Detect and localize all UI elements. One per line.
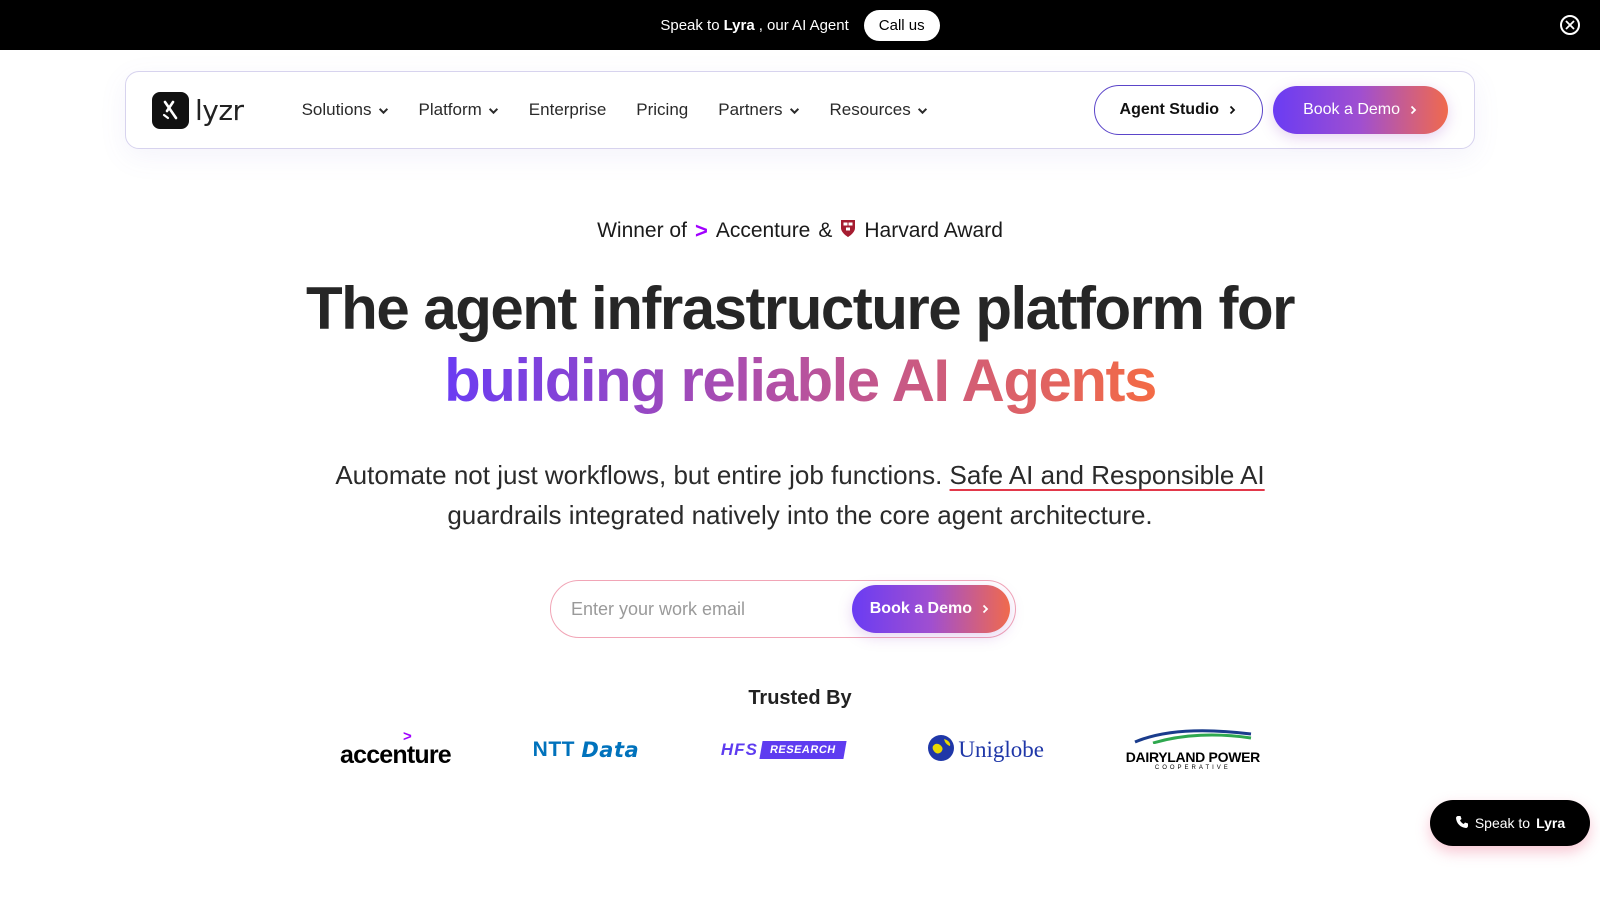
ntt-logo-data: Data	[581, 738, 640, 762]
nav-item-resources[interactable]: Resources	[830, 100, 928, 120]
award-and: &	[818, 219, 833, 242]
floating-speak-prefix: Speak to	[1474, 815, 1531, 831]
speak-name: Lyra	[723, 16, 755, 34]
close-icon[interactable]	[1560, 15, 1580, 35]
chevron-right-icon	[1410, 105, 1417, 115]
chevron-down-icon	[378, 107, 388, 114]
dairyland-logo-sub: COOPERATIVE	[1154, 765, 1231, 771]
dairyland-power-logo: DAIRYLAND POWER COOPERATIVE	[1126, 728, 1260, 772]
hero-title-line1: The agent infrastructure platform for	[306, 275, 1295, 342]
chevron-down-icon	[488, 107, 498, 114]
accenture-logo: > accenture	[340, 729, 452, 769]
nav-item-label: Solutions	[301, 100, 372, 119]
nav-menu: Solutions Platform Enterprise Pricing Pa…	[302, 100, 958, 120]
floating-speak-name: Lyra	[1536, 815, 1566, 831]
announcement-bar: Speak to Lyra, our AI Agent Call us	[0, 0, 1600, 50]
email-book-demo-label: Book a Demo	[869, 600, 972, 617]
hfs-research-logo: HFS RESEARCH	[720, 740, 847, 760]
nav-item-label: Partners	[718, 100, 783, 119]
chevron-down-icon	[789, 107, 799, 114]
nav-actions: Agent Studio Book a Demo	[1093, 85, 1448, 135]
award-prefix: Winner of	[597, 219, 687, 242]
chevron-down-icon	[917, 107, 927, 114]
nav-item-label: Enterprise	[528, 100, 607, 119]
hero-subtitle-line2: guardrails integrated natively into the …	[447, 500, 1153, 530]
speak-prefix: Speak to	[660, 16, 720, 34]
accenture-logo-text: accenture	[340, 741, 452, 769]
lyzr-logo-icon	[152, 91, 189, 129]
globe-icon	[926, 733, 956, 768]
uniglobe-logo-text: Uniglobe	[958, 737, 1044, 762]
hero-title-gradient: building reliable AI Agents	[444, 347, 1157, 414]
client-logos: > accenture NTT Data HFS RESEARCH Uniglo…	[340, 725, 1260, 775]
main-nav: lyzr Solutions Platform Enterprise Prici…	[125, 71, 1475, 149]
dairyland-swoosh-icon	[1133, 728, 1253, 749]
hfs-research-text: RESEARCH	[759, 741, 847, 759]
subtitle-text: Automate not just workflows, but entire …	[335, 460, 943, 490]
logo[interactable]: lyzr	[152, 91, 244, 129]
phone-icon	[1455, 815, 1469, 832]
work-email-input[interactable]	[571, 598, 852, 620]
logo-text: lyzr	[195, 93, 244, 127]
award-line: Winner of > Accenture & Harvard Award	[0, 218, 1600, 244]
email-form: Book a Demo	[550, 580, 1016, 638]
book-demo-button[interactable]: Book a Demo	[1273, 86, 1448, 134]
harvard-shield-icon	[840, 219, 856, 244]
ntt-logo-text: NTT	[532, 738, 575, 761]
nav-item-label: Pricing	[636, 100, 689, 119]
hero-title-line2: building reliable AI Agents	[0, 346, 1600, 415]
hero-subtitle-line1: Automate not just workflows, but entire …	[0, 455, 1600, 495]
chevron-right-icon	[982, 604, 989, 614]
nav-item-partners[interactable]: Partners	[718, 100, 799, 120]
accenture-chevron-icon: >	[694, 218, 708, 243]
award-accenture: Accenture	[715, 219, 811, 242]
agent-studio-button[interactable]: Agent Studio	[1093, 85, 1264, 135]
ntt-data-logo: NTT Data	[533, 738, 639, 762]
speak-to-lyra-button[interactable]: Speak to Lyra	[1430, 800, 1590, 846]
book-demo-label: Book a Demo	[1303, 101, 1400, 118]
nav-item-label: Platform	[418, 100, 482, 119]
uniglobe-logo: Uniglobe	[926, 733, 1044, 768]
agent-studio-label: Agent Studio	[1119, 101, 1220, 118]
nav-item-platform[interactable]: Platform	[419, 100, 499, 120]
hfs-logo-text: HFS	[720, 740, 758, 759]
announcement-message: Speak to Lyra, our AI Agent	[660, 17, 848, 34]
chevron-right-icon	[1229, 105, 1236, 115]
safe-ai-link[interactable]: Safe AI and Responsible AI	[950, 460, 1265, 490]
nav-item-label: Resources	[829, 100, 911, 119]
award-harvard: Harvard Award	[864, 219, 1003, 242]
call-us-button[interactable]: Call us	[863, 9, 940, 41]
dairyland-logo-text: DAIRYLAND POWER	[1125, 749, 1261, 765]
email-book-demo-button[interactable]: Book a Demo	[851, 585, 1010, 633]
trusted-by-heading: Trusted By	[748, 687, 852, 709]
nav-item-pricing[interactable]: Pricing	[636, 100, 688, 120]
nav-item-solutions[interactable]: Solutions	[302, 100, 389, 120]
speak-suffix: , our AI Agent	[758, 16, 849, 34]
nav-item-enterprise[interactable]: Enterprise	[529, 100, 606, 120]
